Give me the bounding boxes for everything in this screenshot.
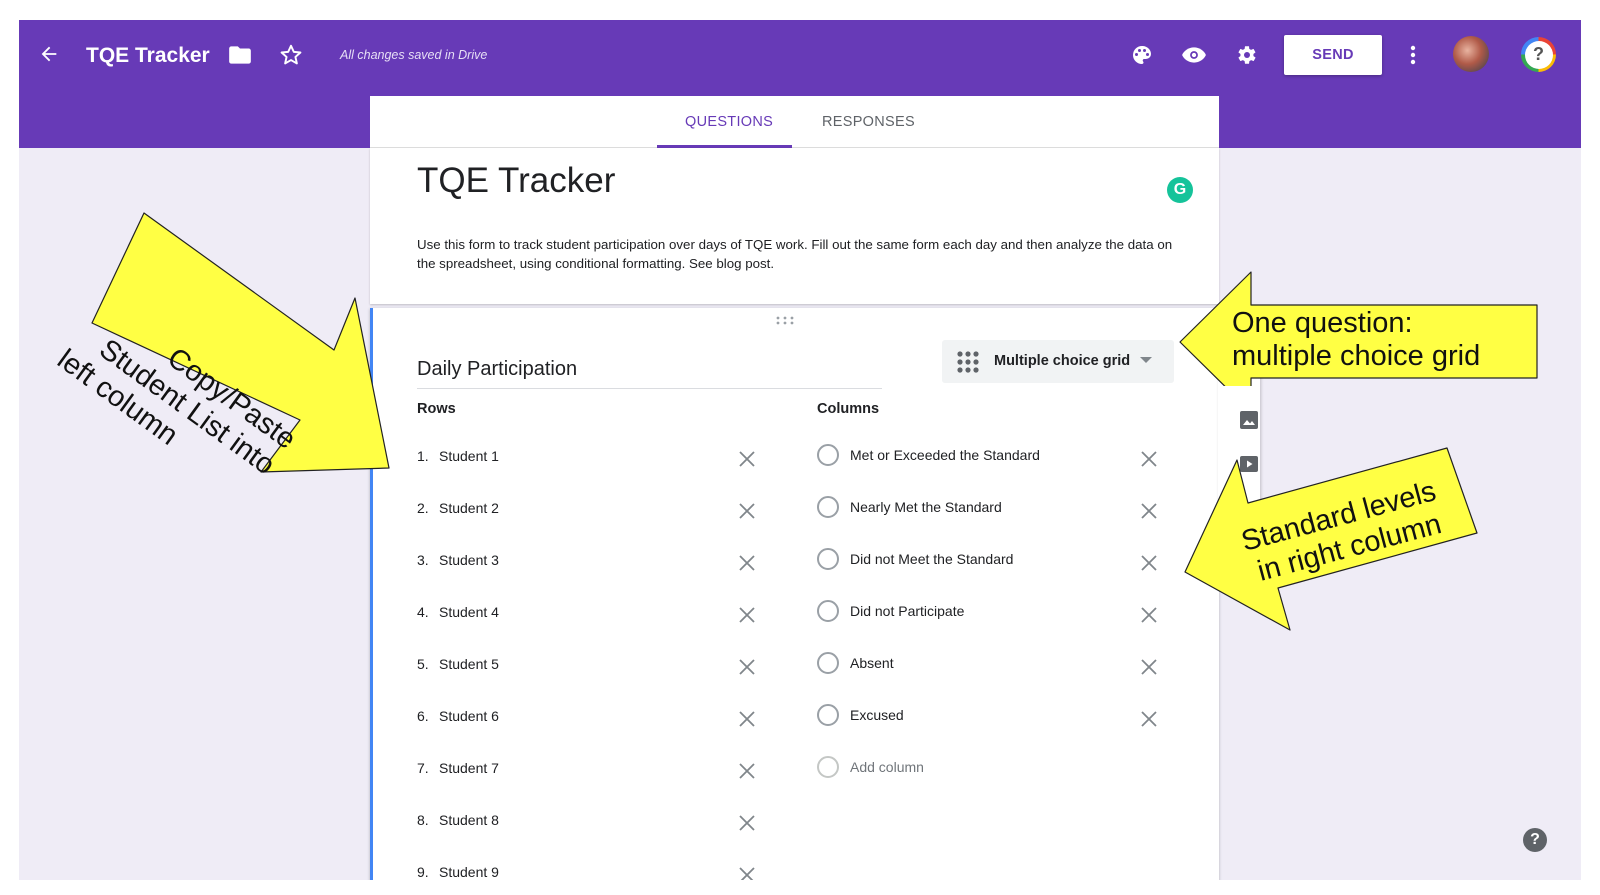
tab-responses[interactable]: RESPONSES <box>822 114 915 130</box>
row-label[interactable]: Student 2 <box>439 500 499 516</box>
radio-circle-icon <box>817 704 839 726</box>
forms-window: TQE Tracker All changes saved in Drive S… <box>19 20 1581 880</box>
folder-icon[interactable] <box>227 42 253 68</box>
remove-row-icon[interactable] <box>738 658 756 676</box>
column-label[interactable]: Did not Meet the Standard <box>850 551 1013 567</box>
help-icon[interactable]: ? <box>1523 828 1547 852</box>
row-number: 4. <box>417 604 429 620</box>
row-number: 6. <box>417 708 429 724</box>
row-label[interactable]: Student 7 <box>439 760 499 776</box>
remove-row-icon[interactable] <box>738 554 756 572</box>
rows-heading: Rows <box>417 401 456 417</box>
grid-row-item[interactable]: 2. Student 2 <box>417 500 757 522</box>
back-arrow-icon[interactable] <box>37 42 61 66</box>
grid-column-item[interactable]: Absent <box>817 652 1167 676</box>
add-image-icon[interactable] <box>1237 408 1261 432</box>
right-top-callout-line-1: One question: <box>1232 307 1413 339</box>
remove-column-icon[interactable] <box>1140 450 1158 468</box>
send-button[interactable]: SEND <box>1284 35 1382 75</box>
column-label[interactable]: Nearly Met the Standard <box>850 499 1002 515</box>
row-label[interactable]: Student 9 <box>439 864 499 880</box>
remove-row-icon[interactable] <box>738 866 756 880</box>
radio-circle-icon <box>817 756 839 778</box>
row-label[interactable]: Student 8 <box>439 812 499 828</box>
tab-questions[interactable]: QUESTIONS <box>685 114 773 130</box>
remove-row-icon[interactable] <box>738 502 756 520</box>
column-label[interactable]: Absent <box>850 655 894 671</box>
add-column-item[interactable]: Add column <box>817 756 1167 780</box>
grid-column-item[interactable]: Did not Participate <box>817 600 1167 624</box>
grid-row-item[interactable]: 7. Student 7 <box>417 760 757 782</box>
question-type-select[interactable]: Multiple choice grid <box>942 340 1174 383</box>
account-glyph: ? <box>1524 40 1553 69</box>
grid-row-item[interactable]: 5. Student 5 <box>417 656 757 678</box>
remove-column-icon[interactable] <box>1140 502 1158 520</box>
grid-column-item[interactable]: Excused <box>817 704 1167 728</box>
form-header-card: TQE Tracker G Use this form to track stu… <box>370 148 1219 304</box>
question-type-label: Multiple choice grid <box>994 353 1131 369</box>
remove-column-icon[interactable] <box>1140 554 1158 572</box>
row-label[interactable]: Student 1 <box>439 448 499 464</box>
column-label[interactable]: Did not Participate <box>850 603 964 619</box>
grid-row-item[interactable]: 9. Student 9 <box>417 864 757 880</box>
avatar[interactable] <box>1453 36 1489 72</box>
palette-icon[interactable] <box>1129 42 1155 68</box>
app-title: TQE Tracker <box>86 44 210 67</box>
chevron-down-icon <box>1140 357 1152 363</box>
radio-circle-icon <box>817 548 839 570</box>
star-icon[interactable] <box>278 42 304 68</box>
remove-column-icon[interactable] <box>1140 606 1158 624</box>
radio-circle-icon <box>817 600 839 622</box>
grid-row-item[interactable]: 4. Student 4 <box>417 604 757 626</box>
grid-row-item[interactable]: 3. Student 3 <box>417 552 757 574</box>
grid-row-item[interactable]: 8. Student 8 <box>417 812 757 834</box>
row-label[interactable]: Student 6 <box>439 708 499 724</box>
remove-row-icon[interactable] <box>738 710 756 728</box>
row-label[interactable]: Student 4 <box>439 604 499 620</box>
radio-circle-icon <box>817 652 839 674</box>
radio-circle-icon <box>817 444 839 466</box>
row-number: 7. <box>417 760 429 776</box>
question-card: Daily Participation Multiple choice grid… <box>370 308 1219 880</box>
grid-dots-icon <box>957 351 979 373</box>
save-status: All changes saved in Drive <box>340 48 488 62</box>
grid-row-item[interactable]: 6. Student 6 <box>417 708 757 730</box>
columns-heading: Columns <box>817 401 880 417</box>
preview-eye-icon[interactable] <box>1181 42 1207 68</box>
form-description[interactable]: Use this form to track student participa… <box>417 235 1187 273</box>
row-label[interactable]: Student 5 <box>439 656 499 672</box>
remove-row-icon[interactable] <box>738 814 756 832</box>
question-title-input[interactable]: Daily Participation <box>417 353 882 389</box>
grammarly-icon[interactable]: G <box>1167 177 1193 203</box>
tabs-bar: QUESTIONS RESPONSES <box>370 96 1219 148</box>
row-number: 3. <box>417 552 429 568</box>
right-top-callout-line-2: multiple choice grid <box>1232 340 1481 372</box>
remove-row-icon[interactable] <box>738 606 756 624</box>
row-number: 9. <box>417 864 429 880</box>
row-label[interactable]: Student 3 <box>439 552 499 568</box>
settings-gear-icon[interactable] <box>1233 42 1259 68</box>
remove-row-icon[interactable] <box>738 450 756 468</box>
more-vert-icon[interactable] <box>1403 42 1423 68</box>
remove-row-icon[interactable] <box>738 762 756 780</box>
radio-circle-icon <box>817 496 839 518</box>
grid-column-item[interactable]: Met or Exceeded the Standard <box>817 444 1167 468</box>
row-number: 5. <box>417 656 429 672</box>
remove-column-icon[interactable] <box>1140 710 1158 728</box>
remove-column-icon[interactable] <box>1140 658 1158 676</box>
column-label[interactable]: Excused <box>850 707 904 723</box>
account-icon[interactable]: ? <box>1521 37 1556 72</box>
form-title[interactable]: TQE Tracker <box>417 161 615 201</box>
grid-row-item[interactable]: 1. Student 1 <box>417 448 757 470</box>
row-number: 8. <box>417 812 429 828</box>
right-top-callout-text: One question: multiple choice grid <box>1232 307 1480 373</box>
drag-handle-icon[interactable] <box>775 316 795 326</box>
column-label[interactable]: Met or Exceeded the Standard <box>850 447 1040 463</box>
grid-column-item[interactable]: Did not Meet the Standard <box>817 548 1167 572</box>
row-number: 1. <box>417 448 429 464</box>
row-number: 2. <box>417 500 429 516</box>
add-column-label[interactable]: Add column <box>850 759 924 775</box>
grid-column-item[interactable]: Nearly Met the Standard <box>817 496 1167 520</box>
